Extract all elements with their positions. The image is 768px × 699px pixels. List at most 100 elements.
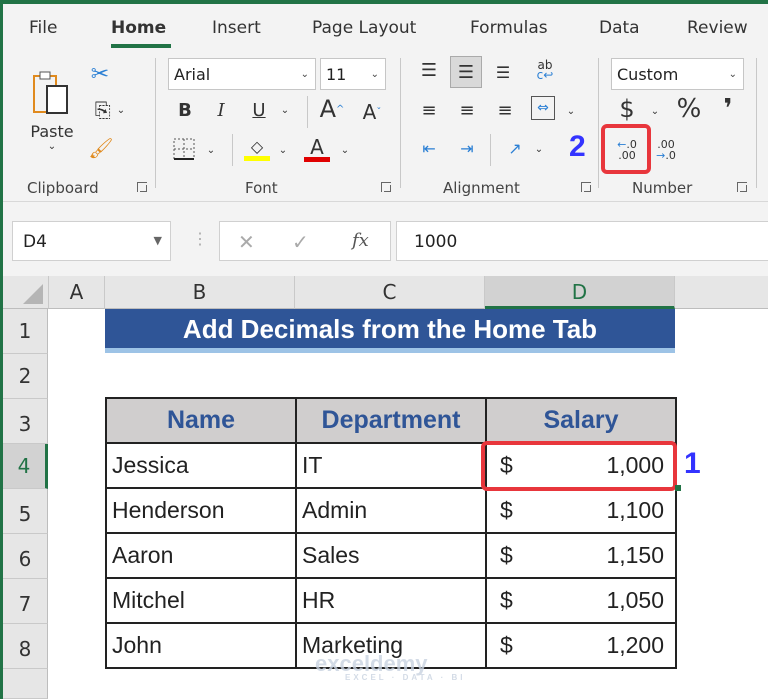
tab-file[interactable]: File bbox=[29, 18, 57, 38]
salary-cell[interactable]: $1,050 bbox=[485, 577, 677, 624]
font-launcher-icon[interactable] bbox=[381, 182, 392, 193]
font-color-dropdown-chevron-icon[interactable]: ⌄ bbox=[337, 136, 353, 164]
name-box[interactable]: D4 ▼ bbox=[12, 221, 171, 261]
row-header-5[interactable]: 5 bbox=[3, 489, 48, 534]
department-cell[interactable]: IT bbox=[295, 442, 487, 489]
format-painter-icon[interactable]: 🖌 bbox=[87, 134, 115, 162]
merge-dropdown-chevron-icon[interactable]: ⌄ bbox=[563, 98, 579, 124]
clipboard-launcher-icon[interactable] bbox=[137, 182, 148, 193]
top-align-icon[interactable]: ☰ bbox=[417, 58, 441, 82]
salary-cell[interactable]: $1,200 bbox=[485, 622, 677, 669]
group-label-alignment: Alignment bbox=[443, 179, 520, 197]
name-cell[interactable]: Mitchel bbox=[105, 577, 297, 624]
header-department[interactable]: Department bbox=[295, 397, 487, 444]
enter-icon[interactable]: ✓ bbox=[292, 230, 309, 255]
group-divider bbox=[598, 58, 599, 188]
font-size-dropdown[interactable]: 11 ⌄ bbox=[320, 58, 386, 90]
formula-input[interactable]: 1000 bbox=[396, 221, 768, 261]
orientation-dropdown-chevron-icon[interactable]: ⌄ bbox=[531, 136, 547, 162]
header-name[interactable]: Name bbox=[105, 397, 297, 444]
percent-style-button[interactable]: % bbox=[673, 94, 705, 124]
name-cell[interactable]: John bbox=[105, 622, 297, 669]
caret-down-icon: ˇ bbox=[376, 106, 382, 118]
italic-button[interactable]: I bbox=[209, 96, 233, 124]
paste-button[interactable]: Paste ⌄ bbox=[27, 62, 77, 160]
increase-font-size-button[interactable]: A ^ bbox=[317, 94, 347, 124]
name-cell[interactable]: Aaron bbox=[105, 532, 297, 579]
insert-function-icon[interactable]: fx bbox=[352, 230, 369, 251]
column-header-c[interactable]: C bbox=[295, 276, 485, 309]
fill-color-dropdown-chevron-icon[interactable]: ⌄ bbox=[275, 136, 291, 164]
row-header-9[interactable] bbox=[3, 669, 48, 699]
row-header-2[interactable]: 2 bbox=[3, 354, 48, 399]
alignment-launcher-icon[interactable] bbox=[581, 182, 592, 193]
currency-symbol: $ bbox=[500, 542, 513, 568]
watermark-tagline: EXCEL · DATA · BI bbox=[345, 673, 466, 682]
chevron-down-icon: ⌄ bbox=[116, 104, 126, 116]
group-label-font: Font bbox=[245, 179, 278, 197]
borders-button[interactable] bbox=[171, 136, 197, 162]
bold-button[interactable]: B bbox=[173, 96, 197, 124]
tab-formulas[interactable]: Formulas bbox=[470, 18, 548, 38]
fill-handle[interactable] bbox=[675, 485, 681, 491]
group-divider bbox=[756, 58, 757, 188]
row-header-3[interactable]: 3 bbox=[3, 399, 48, 444]
underline-dropdown-chevron-icon[interactable]: ⌄ bbox=[277, 96, 293, 124]
column-header-b[interactable]: B bbox=[105, 276, 295, 309]
column-header-d[interactable]: D bbox=[485, 276, 675, 309]
tab-insert[interactable]: Insert bbox=[212, 18, 261, 38]
decrease-indent-icon[interactable]: ⇤ bbox=[417, 136, 441, 160]
sheet-title[interactable]: Add Decimals from the Home Tab bbox=[105, 309, 675, 353]
tab-page-layout[interactable]: Page Layout bbox=[312, 18, 416, 38]
decrease-decimal-button[interactable]: .00 →.0 bbox=[651, 134, 681, 166]
column-header-a[interactable]: A bbox=[49, 276, 105, 309]
name-cell[interactable]: Jessica bbox=[105, 442, 297, 489]
number-format-dropdown[interactable]: Custom ⌄ bbox=[611, 58, 744, 90]
row-header-4[interactable]: 4 bbox=[3, 444, 48, 489]
accounting-format-button[interactable]: $ bbox=[615, 94, 639, 124]
select-all-button[interactable] bbox=[3, 276, 49, 309]
bottom-align-icon[interactable]: ☰ bbox=[491, 60, 515, 84]
salary-cell[interactable]: $1,100 bbox=[485, 487, 677, 534]
decrease-font-size-button[interactable]: Aˇ bbox=[357, 98, 387, 126]
paint-bucket-icon: ◇ bbox=[250, 137, 264, 156]
row-header-8[interactable]: 8 bbox=[3, 624, 48, 669]
align-left-icon[interactable]: ≡ bbox=[417, 98, 441, 122]
font-color-button[interactable]: A bbox=[303, 134, 331, 164]
align-right-icon[interactable]: ≡ bbox=[493, 98, 517, 122]
increase-indent-icon[interactable]: ⇥ bbox=[455, 136, 479, 160]
tab-data[interactable]: Data bbox=[599, 18, 640, 38]
copy-button[interactable]: ⎘ ⌄ bbox=[87, 96, 133, 124]
row-header-1[interactable]: 1 bbox=[3, 309, 48, 354]
row-header-7[interactable]: 7 bbox=[3, 579, 48, 624]
currency-symbol: $ bbox=[500, 587, 513, 613]
header-salary[interactable]: Salary bbox=[485, 397, 677, 444]
borders-dropdown-chevron-icon[interactable]: ⌄ bbox=[203, 136, 219, 164]
tab-review[interactable]: Review bbox=[687, 18, 748, 38]
name-cell[interactable]: Henderson bbox=[105, 487, 297, 534]
tab-home[interactable]: Home bbox=[111, 18, 166, 38]
department-cell[interactable]: Admin bbox=[295, 487, 487, 534]
department-cell[interactable]: Sales bbox=[295, 532, 487, 579]
salary-cell[interactable]: $1,150 bbox=[485, 532, 677, 579]
cut-icon[interactable]: ✂ bbox=[89, 60, 111, 88]
orientation-icon[interactable]: ↗ bbox=[501, 134, 529, 162]
group-divider bbox=[400, 58, 401, 188]
column-header-empty bbox=[675, 276, 768, 309]
underline-button[interactable]: U bbox=[247, 96, 271, 124]
number-launcher-icon[interactable] bbox=[737, 182, 748, 193]
department-cell[interactable]: HR bbox=[295, 577, 487, 624]
wrap-text-button[interactable]: ab c↩ bbox=[531, 56, 559, 84]
comma-style-button[interactable]: ❜ bbox=[717, 94, 739, 124]
drag-handle-icon[interactable]: ⋮ bbox=[192, 229, 208, 249]
group-label-number: Number bbox=[632, 179, 693, 197]
watermark-logo: exceldemy EXCEL · DATA · BI bbox=[315, 651, 465, 682]
merge-center-icon[interactable]: ⇔ bbox=[531, 96, 555, 120]
cancel-icon[interactable]: ✕ bbox=[238, 230, 255, 255]
fill-color-button[interactable]: ◇ bbox=[243, 134, 271, 164]
align-center-icon[interactable]: ≡ bbox=[455, 98, 479, 122]
font-name-dropdown[interactable]: Arial ⌄ bbox=[168, 58, 316, 90]
middle-align-icon[interactable]: ☰ bbox=[450, 56, 482, 88]
row-header-6[interactable]: 6 bbox=[3, 534, 48, 579]
accounting-dropdown-chevron-icon[interactable]: ⌄ bbox=[647, 98, 663, 124]
